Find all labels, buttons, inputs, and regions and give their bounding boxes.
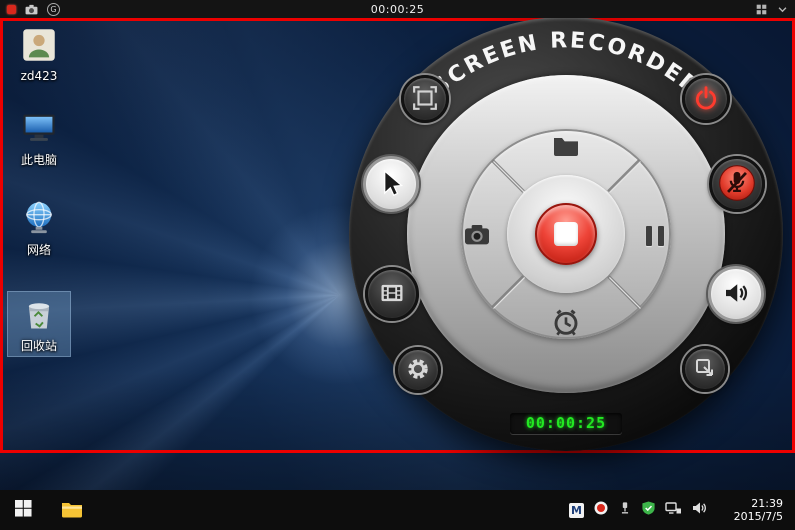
folder-icon	[60, 497, 84, 524]
alarm-clock-icon	[550, 306, 582, 341]
topbar-timer: 00:00:25	[370, 2, 425, 16]
film-icon	[378, 279, 406, 310]
speaker-icon	[721, 278, 751, 311]
settings-button[interactable]	[395, 347, 441, 393]
snapshot-button[interactable]	[682, 346, 728, 392]
recorder-topbar: G 00:00:25	[0, 0, 795, 18]
open-folder-button[interactable]	[544, 125, 588, 169]
recorder-timer: 00:00:25	[510, 413, 622, 434]
desktop-icon-label: 网络	[26, 243, 51, 257]
layout-icon[interactable]	[756, 2, 767, 16]
recycle-bin-icon	[20, 295, 58, 337]
snapshot-icon	[693, 356, 717, 383]
folder-icon	[550, 130, 582, 165]
tray-m-icon[interactable]: M	[569, 502, 584, 518]
desktop-icon-label: 回收站	[20, 339, 57, 353]
clock-time: 21:39	[751, 497, 783, 510]
cursor-icon	[376, 168, 406, 201]
desktop-icon-recycle-bin[interactable]: 回收站	[7, 291, 71, 357]
tray-recorder-icon[interactable]	[593, 500, 609, 520]
system-tray: M	[569, 490, 707, 530]
pause-button[interactable]	[633, 214, 677, 258]
desktop-icon-this-pc[interactable]: 此电脑	[8, 106, 70, 170]
windows-logo-icon	[14, 500, 32, 520]
cursor-button[interactable]	[363, 156, 419, 212]
clock-date: 2015/7/5	[733, 510, 783, 523]
select-region-button[interactable]	[401, 75, 449, 123]
file-explorer-button[interactable]	[50, 490, 94, 530]
taskbar-clock[interactable]: 21:39 2015/7/5	[734, 490, 791, 530]
stop-button[interactable]	[535, 203, 597, 265]
taskbar: M 21:39 2015/7/5	[0, 490, 795, 530]
pause-icon	[646, 226, 664, 246]
tray-network-icon[interactable]	[665, 500, 682, 520]
start-button[interactable]	[0, 490, 46, 530]
speaker-button[interactable]	[708, 266, 764, 322]
tray-volume-icon[interactable]	[691, 500, 707, 520]
power-button[interactable]	[682, 75, 730, 123]
chevron-down-icon[interactable]	[777, 2, 788, 16]
tray-shield-icon[interactable]	[641, 500, 656, 520]
desktop-icon-label: 此电脑	[20, 153, 57, 167]
desktop: G 00:00:25 zd423 此电脑 网络 回收站 CREEN RECORD…	[0, 0, 795, 530]
mute-mic-button[interactable]	[709, 156, 765, 212]
computer-icon	[20, 109, 58, 151]
camera-icon	[461, 219, 493, 254]
power-icon	[693, 85, 719, 114]
desktop-icon-network[interactable]: 网络	[8, 196, 70, 260]
mic-muted-icon	[718, 164, 756, 205]
topbar-right-icons	[756, 0, 788, 18]
video-button[interactable]	[365, 267, 419, 321]
schedule-button[interactable]	[544, 301, 588, 345]
stop-icon	[554, 222, 578, 246]
desktop-icon-label: zd423	[20, 69, 58, 83]
desktop-icon-zd423[interactable]: zd423	[8, 24, 70, 86]
select-region-icon	[412, 85, 438, 114]
screenshot-camera-button[interactable]	[455, 214, 499, 258]
screen-recorder-panel: SCREEN RECORDER	[349, 17, 783, 451]
gear-icon	[405, 356, 431, 385]
tray-device-icon[interactable]	[618, 500, 632, 520]
globe-icon	[20, 199, 58, 241]
user-icon	[21, 27, 57, 67]
